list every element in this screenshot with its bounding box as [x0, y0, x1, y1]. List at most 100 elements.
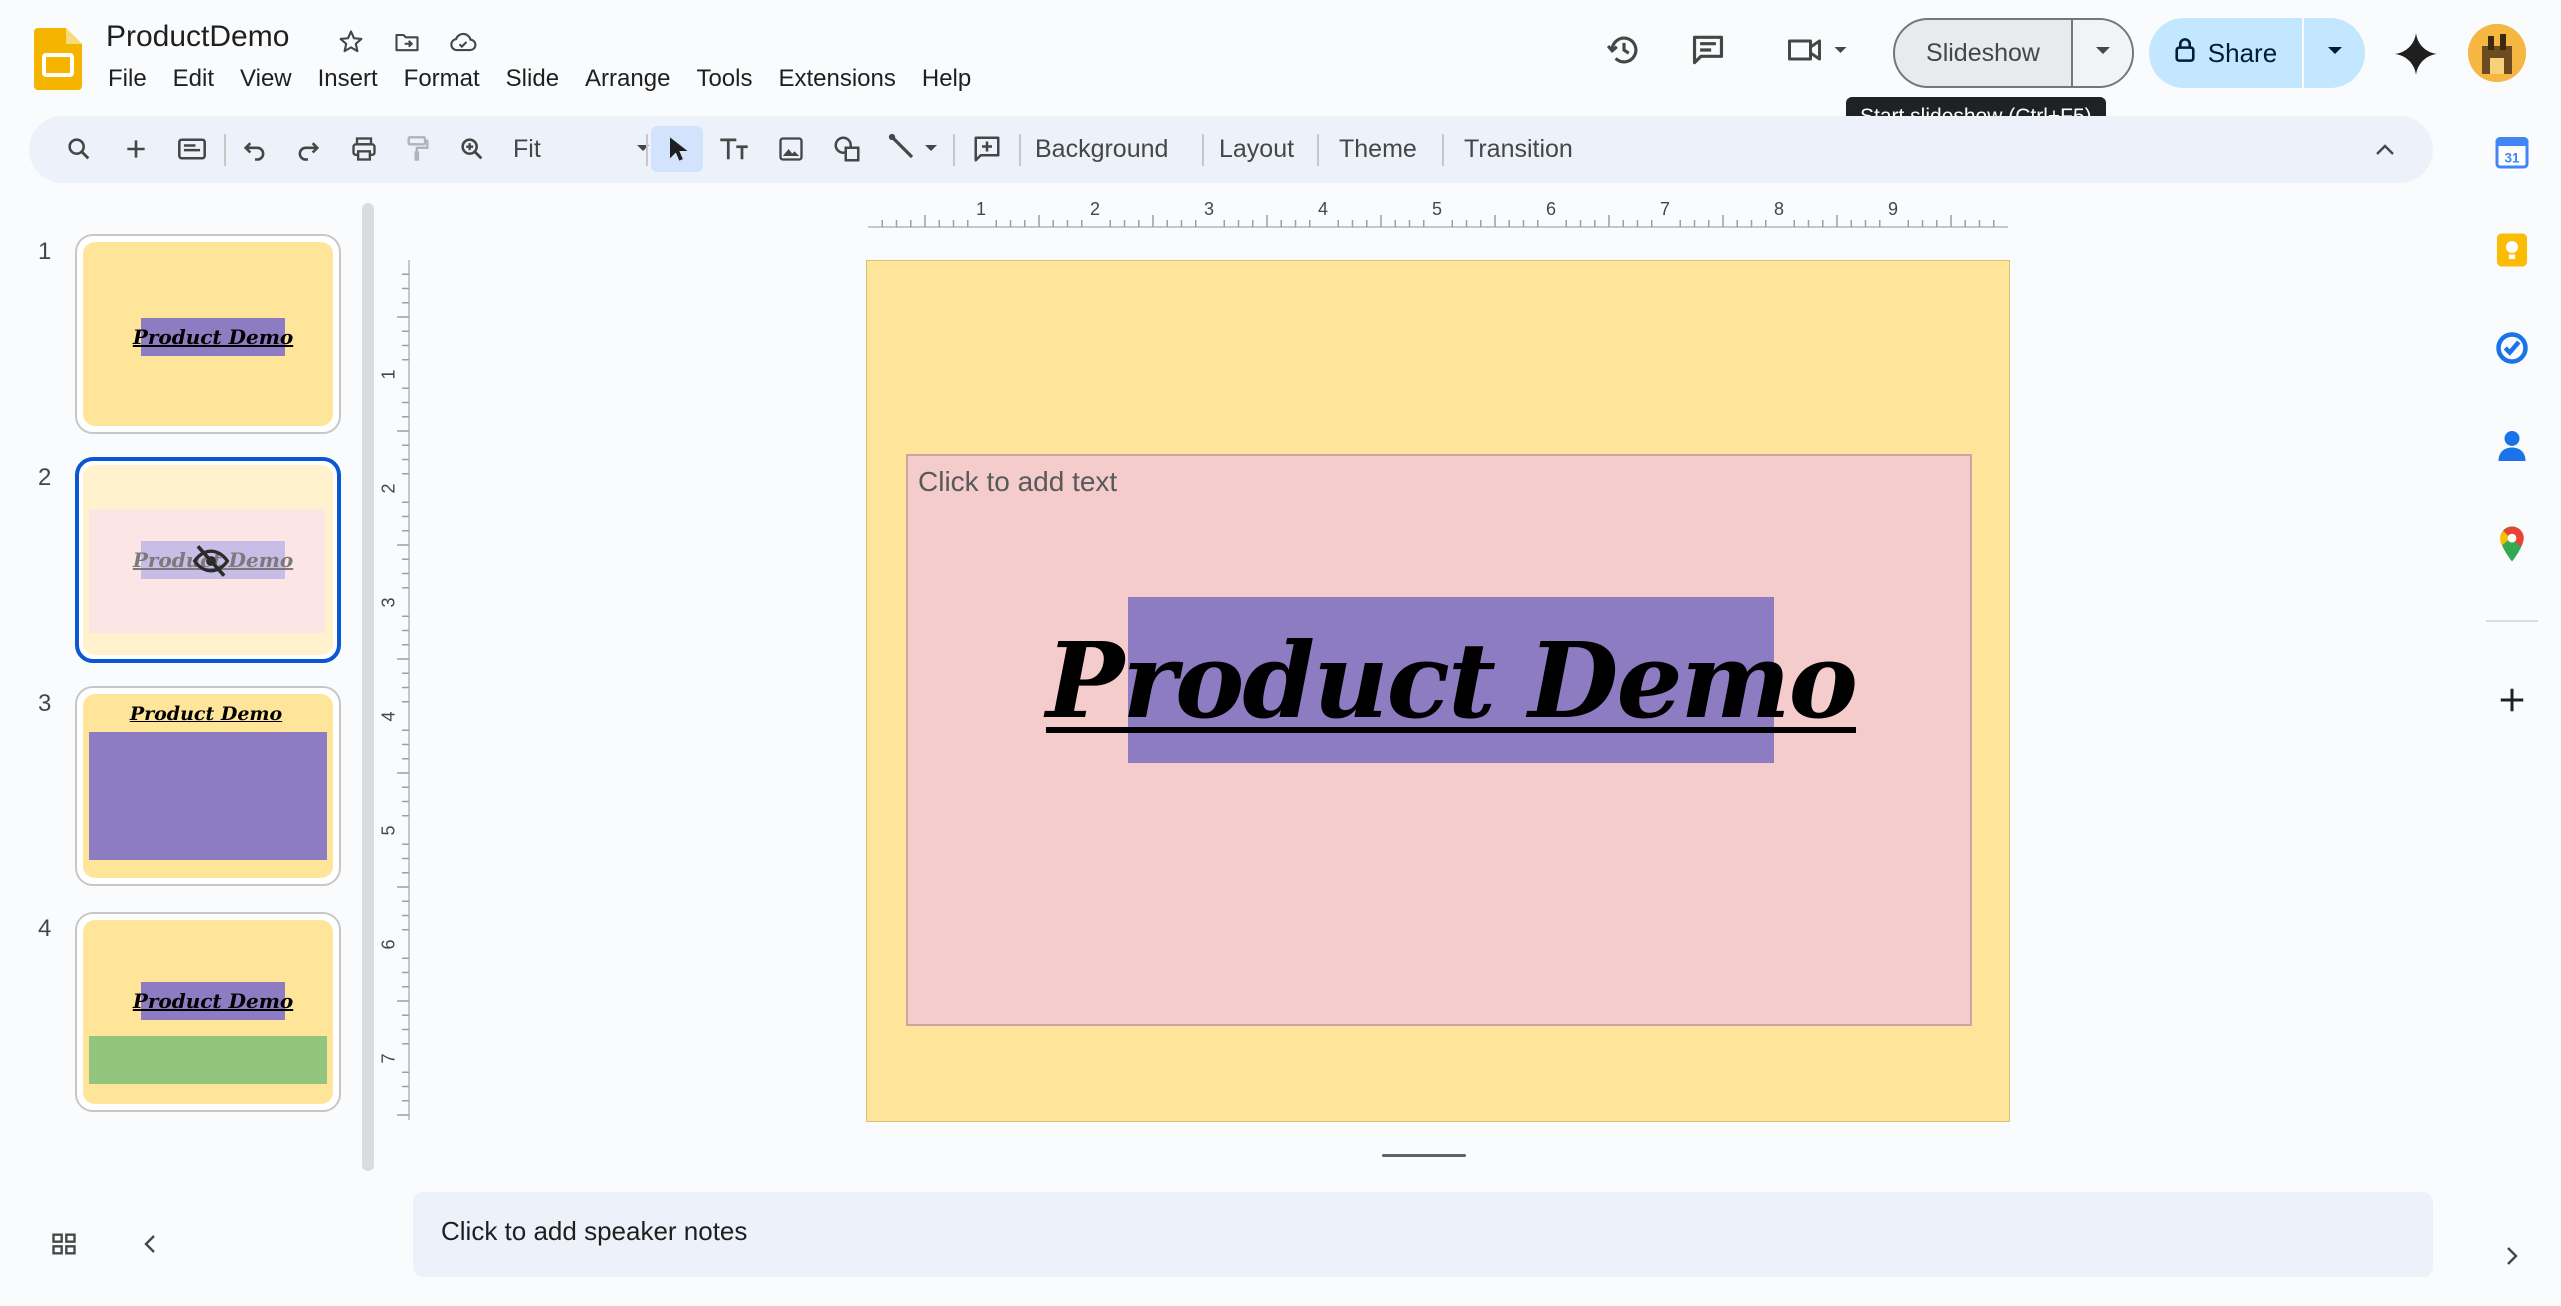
menu-bar: File Edit View Insert Format Slide Arran…: [95, 62, 984, 96]
ruler-label: 7: [1660, 199, 1671, 219]
ruler-label: 9: [1888, 199, 1899, 219]
slideshow-button[interactable]: Slideshow: [1895, 20, 2073, 86]
notes-resize-handle[interactable]: [1382, 1154, 1466, 1157]
slide-thumbnail-4[interactable]: Product Demo: [75, 912, 341, 1112]
grid-view-icon[interactable]: [42, 1222, 86, 1266]
slide-layout-select-icon[interactable]: [169, 126, 215, 172]
slide-number: 3: [38, 690, 52, 717]
menu-tools[interactable]: Tools: [683, 65, 765, 93]
thumbnail-title: Product Demo: [129, 703, 283, 725]
background-label: Background: [1035, 134, 1169, 163]
ruler-label: 4: [378, 711, 399, 722]
line-icon: [887, 132, 917, 167]
maps-icon[interactable]: [2488, 520, 2536, 568]
menu-insert[interactable]: Insert: [305, 65, 391, 93]
zoom-icon[interactable]: [449, 126, 495, 172]
filmstrip-scrollbar[interactable]: [362, 203, 374, 1171]
undo-icon[interactable]: [232, 126, 278, 172]
thumbnail-canvas: Product Demo: [83, 242, 333, 426]
collapse-toolbar-icon[interactable]: [2362, 126, 2408, 172]
thumbnail-canvas: Product Demo: [83, 920, 333, 1104]
menu-edit[interactable]: Edit: [160, 65, 227, 93]
shape-icon[interactable]: [824, 126, 870, 172]
line-tool[interactable]: [880, 126, 946, 172]
toolbar-divider: [953, 134, 955, 166]
ruler-label: 1: [378, 369, 399, 380]
thumbnail-title: Product Demo: [133, 318, 293, 356]
menu-view[interactable]: View: [227, 65, 305, 93]
thumbnail-canvas: Product Demo: [83, 694, 333, 878]
slide-title-box[interactable]: Product Demo: [1046, 597, 1858, 763]
share-options-dropdown[interactable]: [2304, 18, 2365, 88]
slide-thumbnail-1[interactable]: Product Demo: [75, 234, 341, 434]
zoom-select[interactable]: Fit: [499, 126, 659, 172]
move-to-folder-icon[interactable]: [389, 24, 425, 60]
slide-number: 4: [38, 915, 52, 942]
ruler-label: 6: [1546, 199, 1557, 219]
speaker-notes[interactable]: Click to add speaker notes: [413, 1192, 2433, 1277]
menu-slide[interactable]: Slide: [493, 65, 572, 93]
zoom-value: Fit: [513, 134, 541, 163]
toolbar-divider: [1202, 134, 1204, 166]
toolbar-divider: [1317, 134, 1319, 166]
transition-label: Transition: [1464, 134, 1573, 163]
keep-icon[interactable]: [2488, 226, 2536, 274]
transition-button[interactable]: Transition: [1458, 126, 1579, 172]
star-icon[interactable]: [333, 24, 369, 60]
slide-thumbnail-2[interactable]: Product Demo: [75, 457, 341, 663]
ruler-label: 8: [1774, 199, 1785, 219]
document-title[interactable]: ProductDemo: [106, 20, 289, 54]
thumbnail-canvas: Product Demo: [83, 465, 333, 655]
background-button[interactable]: Background: [1029, 126, 1174, 172]
slide-number: 1: [38, 238, 52, 265]
text-box-icon[interactable]: [711, 126, 757, 172]
menu-file[interactable]: File: [95, 65, 160, 93]
comments-icon[interactable]: [1682, 24, 1734, 76]
menu-help[interactable]: Help: [909, 65, 984, 93]
hidden-slide-icon: [191, 543, 231, 584]
thumbnail-content-block: [89, 732, 327, 860]
select-icon[interactable]: [651, 126, 703, 172]
slideshow-button-group: Slideshow: [1893, 18, 2134, 88]
layout-button[interactable]: Layout: [1213, 126, 1300, 172]
toolbar-divider: [646, 134, 648, 166]
meet-icon[interactable]: [1776, 24, 1860, 76]
new-slide-icon[interactable]: [113, 126, 159, 172]
gemini-icon[interactable]: [2388, 26, 2444, 82]
chevron-down-icon: [923, 140, 939, 158]
slide-title: Product Demo: [1045, 618, 1858, 742]
version-history-icon[interactable]: [1598, 24, 1650, 76]
ruler-label: 6: [378, 939, 399, 950]
slide-number: 2: [38, 464, 52, 491]
avatar[interactable]: [2468, 24, 2526, 82]
comment-add-icon[interactable]: [964, 126, 1010, 172]
expand-side-panel-icon[interactable]: [2488, 1232, 2536, 1280]
cloud-saved-icon[interactable]: [445, 24, 481, 60]
redo-icon[interactable]: [285, 126, 331, 172]
paint-format-icon[interactable]: [395, 126, 441, 172]
slideshow-options-dropdown[interactable]: [2073, 20, 2132, 86]
contacts-icon[interactable]: [2488, 422, 2536, 470]
add-icon[interactable]: [2488, 676, 2536, 724]
side-panel-divider: [2486, 620, 2538, 622]
toolbar-divider: [1442, 134, 1444, 166]
image-icon[interactable]: [768, 126, 814, 172]
toolbar-divider: [1019, 134, 1021, 166]
menu-extensions[interactable]: Extensions: [765, 65, 908, 93]
lock-icon: [2174, 37, 2196, 70]
vertical-ruler-labels: 1 2 3 4 5 6 7: [378, 260, 402, 1120]
layout-label: Layout: [1219, 134, 1295, 163]
collapse-filmstrip-icon[interactable]: [128, 1222, 172, 1266]
print-icon[interactable]: [341, 126, 387, 172]
menu-arrange[interactable]: Arrange: [572, 65, 683, 93]
slide-thumbnail-3[interactable]: Product Demo: [75, 686, 341, 886]
calendar-icon[interactable]: 31: [2488, 128, 2536, 176]
tasks-icon[interactable]: [2488, 324, 2536, 372]
ruler-label: 7: [378, 1053, 399, 1064]
theme-button[interactable]: Theme: [1333, 126, 1423, 172]
menu-format[interactable]: Format: [391, 65, 493, 93]
slides-logo[interactable]: [34, 28, 82, 90]
share-button[interactable]: Share: [2149, 18, 2304, 88]
text-placeholder[interactable]: Click to add text: [918, 466, 1117, 498]
search-icon[interactable]: [56, 126, 102, 172]
